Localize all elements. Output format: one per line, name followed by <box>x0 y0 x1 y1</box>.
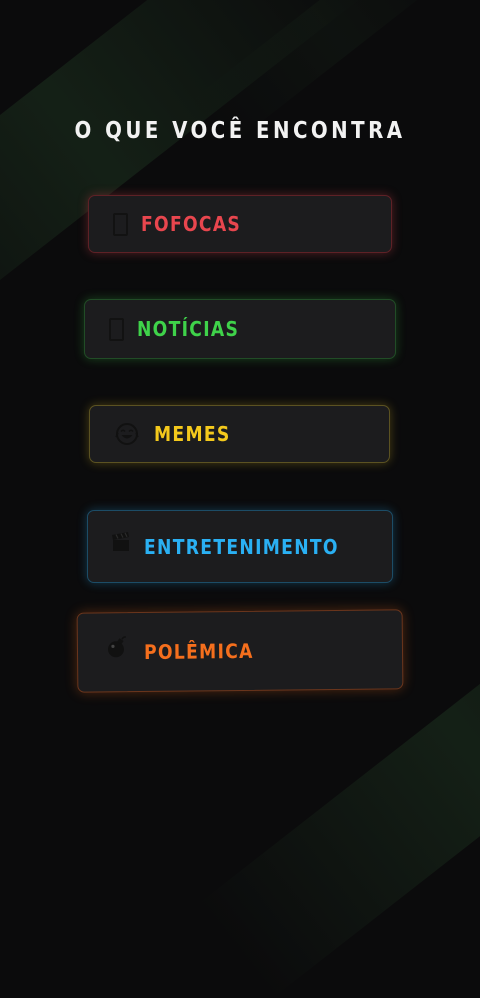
category-label: ENTRETENIMENTO <box>144 534 339 559</box>
background-stripe <box>198 521 480 998</box>
category-card-fofocas[interactable]: FOFOCAS <box>88 195 392 253</box>
bomb-icon <box>104 634 130 660</box>
category-card-memes[interactable]: MEMES <box>89 405 390 463</box>
category-label: MEMES <box>154 422 231 446</box>
category-label: NOTÍCIAS <box>137 317 240 341</box>
clapperboard-icon <box>108 529 134 555</box>
category-label: POLÊMICA <box>143 638 254 665</box>
category-card-noticias[interactable]: NOTÍCIAS <box>84 299 396 359</box>
page-title: O QUE VOCÊ ENCONTRA <box>74 118 406 144</box>
category-card-polemica[interactable]: POLÊMICA <box>76 609 404 693</box>
category-label: FOFOCAS <box>141 212 242 236</box>
laughing-face-icon <box>114 421 140 447</box>
missing-glyph-icon <box>103 316 129 342</box>
missing-glyph-icon <box>107 211 133 237</box>
category-card-entretenimento[interactable]: ENTRETENIMENTO <box>87 510 393 583</box>
